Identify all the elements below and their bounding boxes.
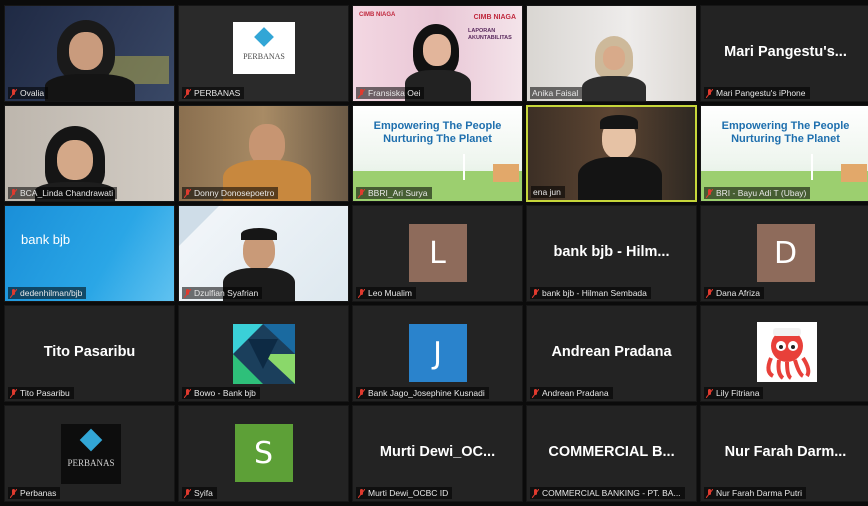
slide-line-2: Nurturing The Planet: [383, 133, 492, 145]
perbanas-logo: PERBANAS: [233, 22, 295, 74]
participant-name: BBRI_Ari Surya: [356, 187, 432, 199]
muted-mic-icon: [10, 88, 17, 98]
muted-mic-icon: [358, 388, 365, 398]
participant-name: Murti Dewi_OCBC ID: [356, 487, 453, 499]
muted-mic-icon: [358, 188, 365, 198]
participant-name: Perbanas: [8, 487, 61, 499]
participant-name: BCA_Linda Chandrawati: [8, 187, 118, 199]
avatar: S: [234, 424, 293, 482]
participant-display-name: COMMERCIAL B...: [548, 444, 675, 460]
participant-tile[interactable]: S Syifa: [178, 405, 349, 502]
avatar: J: [408, 324, 467, 382]
participant-tile[interactable]: Donny Donosepoetro: [178, 105, 349, 202]
avatar: L: [408, 224, 467, 282]
participant-name: PERBANAS: [182, 87, 245, 99]
participant-name: Anika Faisal: [530, 87, 583, 99]
participant-name: dedenhilman/bjb: [8, 287, 87, 299]
participant-name: Dzulfian Syafrian: [182, 287, 263, 299]
bank-bjb-logo: bank bjb: [21, 232, 71, 247]
muted-mic-icon: [706, 88, 713, 98]
muted-mic-icon: [358, 488, 365, 498]
participant-name: Nur Farah Darma Putri: [704, 487, 806, 499]
muted-mic-icon: [532, 488, 539, 498]
participant-name: Lily Fitriana: [704, 387, 764, 399]
participant-name: Tito Pasaribu: [8, 387, 74, 399]
slide-brand-right: CIMB NIAGA: [473, 14, 516, 21]
participant-tile[interactable]: Lily Fitriana: [700, 305, 868, 402]
participant-tile[interactable]: J Bank Jago_Josephine Kusnadi: [352, 305, 523, 402]
muted-mic-icon: [358, 288, 365, 298]
participant-tile[interactable]: Nur Farah Darm... Nur Farah Darma Putri: [700, 405, 868, 502]
muted-mic-icon: [706, 388, 713, 398]
octopus-avatar-image: [757, 322, 817, 382]
participant-display-name: Andrean Pradana: [551, 344, 672, 360]
participant-name: Dana Afriza: [704, 287, 764, 299]
slide-line-1: Empowering The People: [373, 120, 502, 132]
participant-name: COMMERCIAL BANKING - PT. BA...: [530, 487, 685, 499]
participant-name: Bowo - Bank bjb: [182, 387, 260, 399]
participant-name: Andrean Pradana: [530, 387, 613, 399]
muted-mic-icon: [706, 288, 713, 298]
muted-mic-icon: [184, 488, 191, 498]
participant-tile-active-speaker[interactable]: ena jun: [526, 105, 697, 202]
slide-line-1: Empowering The People: [721, 120, 850, 132]
participant-tile[interactable]: Dzulfian Syafrian: [178, 205, 349, 302]
muted-mic-icon: [532, 388, 539, 398]
participant-tile[interactable]: BCA_Linda Chandrawati: [4, 105, 175, 202]
muted-mic-icon: [10, 288, 17, 298]
participant-display-name: Nur Farah Darm...: [724, 444, 847, 460]
muted-mic-icon: [532, 288, 539, 298]
participant-name: BRI - Bayu Adi T (Ubay): [704, 187, 811, 199]
participant-tile[interactable]: PERBANAS PERBANAS: [178, 5, 349, 102]
video-grid: Ovalia PERBANAS PERBANAS CIMB NIAGA CIMB…: [4, 5, 868, 502]
muted-mic-icon: [10, 188, 17, 198]
muted-mic-icon: [10, 488, 17, 498]
participant-display-name: Tito Pasaribu: [43, 344, 136, 360]
muted-mic-icon: [10, 388, 17, 398]
participant-tile[interactable]: D Dana Afriza: [700, 205, 868, 302]
muted-mic-icon: [184, 188, 191, 198]
muted-mic-icon: [706, 488, 713, 498]
participant-tile[interactable]: Mari Pangestu's... Mari Pangestu's iPhon…: [700, 5, 868, 102]
participant-tile[interactable]: Andrean Pradana Andrean Pradana: [526, 305, 697, 402]
participant-name: Leo Mualim: [356, 287, 416, 299]
muted-mic-icon: [706, 188, 713, 198]
participant-display-name: Mari Pangestu's...: [724, 44, 847, 60]
participant-name: Bank Jago_Josephine Kusnadi: [356, 387, 489, 399]
slide-title: LAPORAN AKUNTABILITAS: [468, 28, 512, 41]
slide-brand: CIMB NIAGA: [359, 12, 396, 18]
muted-mic-icon: [184, 88, 191, 98]
participant-tile[interactable]: L Leo Mualim: [352, 205, 523, 302]
participant-tile[interactable]: CIMB NIAGA CIMB NIAGA LAPORAN AKUNTABILI…: [352, 5, 523, 102]
participant-display-name: bank bjb - Hilm...: [553, 244, 670, 260]
participant-name: bank bjb - Hilman Sembada: [530, 287, 651, 299]
perbanas-logo: PERBANAS: [61, 424, 121, 484]
participant-tile[interactable]: bank bjb - Hilm... bank bjb - Hilman Sem…: [526, 205, 697, 302]
participant-name: ena jun: [531, 186, 565, 198]
geometric-avatar-image: [233, 324, 295, 384]
participant-name: Ovalia: [8, 87, 49, 99]
muted-mic-icon: [184, 388, 191, 398]
participant-name: Fransiska Oei: [356, 87, 425, 99]
participant-tile[interactable]: Tito Pasaribu Tito Pasaribu: [4, 305, 175, 402]
participant-tile[interactable]: bank bjb dedenhilman/bjb: [4, 205, 175, 302]
participant-tile[interactable]: Bowo - Bank bjb: [178, 305, 349, 402]
participant-tile[interactable]: Ovalia: [4, 5, 175, 102]
participant-tile[interactable]: COMMERCIAL B... COMMERCIAL BANKING - PT.…: [526, 405, 697, 502]
avatar: D: [756, 224, 815, 282]
participant-display-name: Murti Dewi_OC...: [379, 444, 496, 460]
slide-line-2: Nurturing The Planet: [731, 133, 840, 145]
participant-tile[interactable]: Empowering The People Nurturing The Plan…: [700, 105, 868, 202]
participant-tile[interactable]: Empowering The People Nurturing The Plan…: [352, 105, 523, 202]
participant-tile[interactable]: PERBANAS Perbanas: [4, 405, 175, 502]
muted-mic-icon: [184, 288, 191, 298]
muted-mic-icon: [358, 88, 365, 98]
participant-name: Donny Donosepoetro: [182, 187, 279, 199]
participant-tile[interactable]: Murti Dewi_OC... Murti Dewi_OCBC ID: [352, 405, 523, 502]
participant-name: Mari Pangestu's iPhone: [704, 87, 810, 99]
participant-name: Syifa: [182, 487, 217, 499]
participant-tile[interactable]: Anika Faisal: [526, 5, 697, 102]
